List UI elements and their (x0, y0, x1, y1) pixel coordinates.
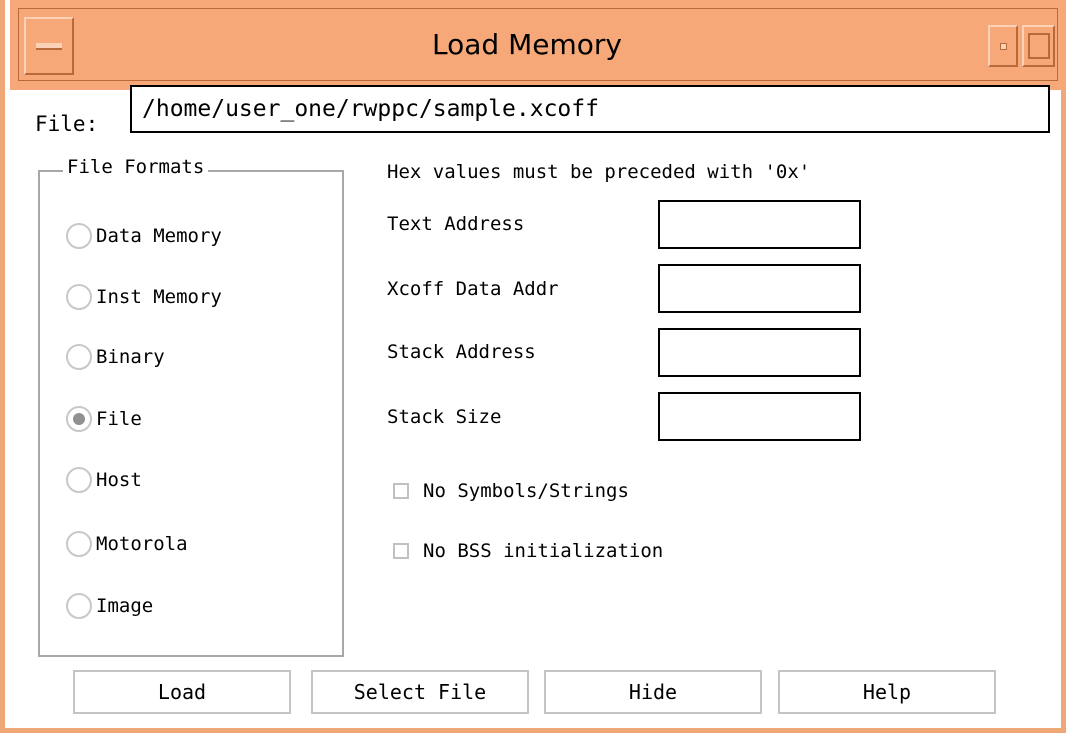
radio-data-memory[interactable]: Data Memory (66, 219, 222, 253)
radio-label: Inst Memory (96, 286, 222, 308)
file-formats-legend: File Formats (63, 156, 209, 178)
radio-label: Data Memory (96, 225, 222, 247)
minimize-button[interactable] (988, 25, 1018, 67)
radio-button[interactable] (66, 467, 92, 493)
xcoff-data-addr-input[interactable] (658, 264, 861, 313)
radio-host[interactable]: Host (66, 463, 142, 497)
radio-label: Image (96, 595, 154, 617)
stack-address-label: Stack Address (387, 341, 536, 363)
no-bss-initialization-option[interactable]: No BSS initialization (393, 536, 663, 566)
checkbox[interactable] (393, 483, 409, 499)
radio-inst-memory[interactable]: Inst Memory (66, 280, 222, 314)
file-label: File: (35, 112, 99, 136)
no-symbols-strings-option[interactable]: No Symbols/Strings (393, 476, 629, 506)
radio-button-selected[interactable] (66, 406, 92, 432)
radio-button[interactable] (66, 223, 92, 249)
load-button[interactable]: Load (73, 670, 291, 714)
maximize-icon (1028, 33, 1050, 59)
stack-size-label: Stack Size (387, 406, 502, 428)
hide-button[interactable]: Hide (544, 670, 762, 714)
help-button[interactable]: Help (778, 670, 996, 714)
title-bar[interactable]: Load Memory (10, 0, 1066, 90)
text-address-label: Text Address (387, 213, 525, 235)
radio-binary[interactable]: Binary (66, 340, 165, 374)
select-file-button[interactable]: Select File (311, 670, 529, 714)
window-title: Load Memory (432, 28, 622, 61)
radio-file[interactable]: File (66, 402, 142, 436)
radio-button[interactable] (66, 593, 92, 619)
file-path-input[interactable] (130, 85, 1050, 133)
radio-label: Host (96, 469, 142, 491)
radio-label: File (96, 408, 142, 430)
text-address-input[interactable] (658, 200, 861, 249)
radio-label: Motorola (96, 533, 188, 555)
checkbox[interactable] (393, 543, 409, 559)
stack-address-input[interactable] (658, 328, 861, 377)
radio-label: Binary (96, 346, 165, 368)
hex-values-note: Hex values must be preceded with '0x' (387, 161, 811, 183)
maximize-button[interactable] (1022, 25, 1055, 67)
radio-motorola[interactable]: Motorola (66, 527, 188, 561)
checkbox-label: No Symbols/Strings (423, 480, 629, 502)
minimize-icon (1000, 43, 1007, 50)
radio-image[interactable]: Image (66, 589, 153, 623)
window-menu-icon (36, 43, 62, 50)
radio-button[interactable] (66, 344, 92, 370)
window-menu-button[interactable] (24, 17, 74, 75)
checkbox-label: No BSS initialization (423, 540, 664, 562)
xcoff-data-addr-label: Xcoff Data Addr (387, 278, 559, 300)
load-memory-window: Load Memory File: File Formats Data Memo… (0, 0, 1066, 733)
radio-button[interactable] (66, 531, 92, 557)
window-bottom-frame (0, 728, 1066, 733)
stack-size-input[interactable] (658, 392, 861, 441)
radio-button[interactable] (66, 284, 92, 310)
